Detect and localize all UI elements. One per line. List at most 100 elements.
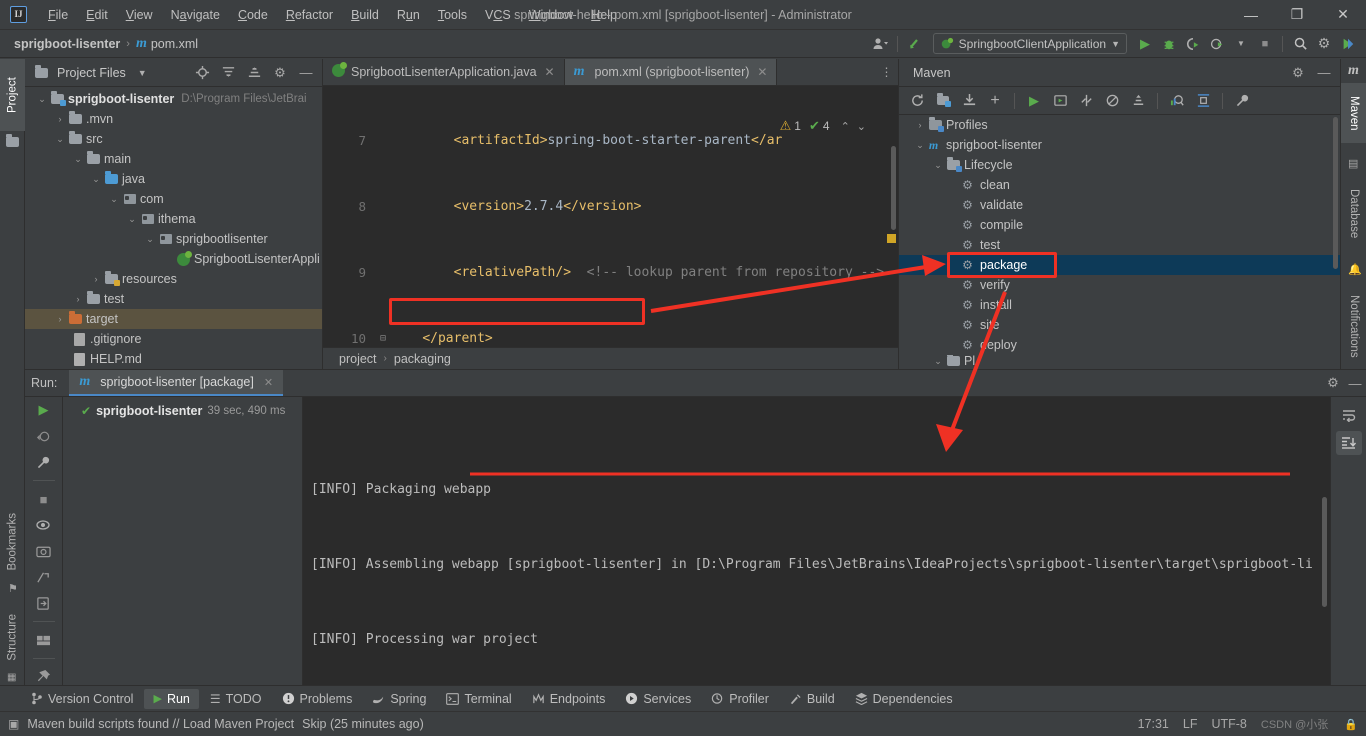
expand-all-icon[interactable] (218, 63, 238, 83)
toolwindow-problems[interactable]: Problems (273, 689, 362, 709)
twisty-icon[interactable]: ⌄ (107, 194, 121, 205)
hide-panel-icon[interactable]: — (1344, 372, 1366, 394)
tab-pom-xml[interactable]: m pom.xml (sprigboot-lisenter) ✕ (564, 59, 778, 85)
maven-goal-verify[interactable]: ⚙ verify (899, 275, 1340, 295)
coverage-button[interactable] (1181, 33, 1205, 55)
run-tree-node[interactable]: ✔ sprigboot-lisenter 39 sec, 490 ms (63, 401, 302, 421)
stop-button[interactable]: ■ (1253, 33, 1277, 55)
twisty-icon[interactable]: ⌄ (913, 140, 927, 151)
tree-row-gitignore[interactable]: .gitignore (25, 329, 322, 349)
fold-col[interactable]: ⊟ (375, 328, 391, 347)
twisty-icon[interactable]: › (913, 120, 927, 130)
tree-row-help-md[interactable]: HELP.md (25, 349, 322, 369)
import-icon[interactable] (33, 595, 55, 611)
plus-icon[interactable]: + (983, 90, 1007, 112)
collapse-all-icon[interactable] (244, 63, 264, 83)
twisty-icon[interactable]: ⌄ (931, 160, 945, 171)
maven-row-project[interactable]: ⌄ m sprigboot-lisenter (899, 135, 1340, 155)
twisty-icon[interactable]: ⌄ (125, 214, 139, 225)
settings-gear-icon[interactable]: ⚙ (1288, 63, 1308, 83)
menu-edit[interactable]: Edit (77, 4, 117, 26)
menu-help[interactable]: Help (582, 4, 626, 26)
breadcrumb-file[interactable]: pom.xml (151, 37, 198, 51)
event-log-icon[interactable]: ▣ (8, 717, 19, 731)
toolwindow-version-control[interactable]: Version Control (22, 689, 142, 709)
show-diagram-icon[interactable] (1191, 90, 1215, 112)
toolwindow-services[interactable]: Services (616, 689, 700, 709)
minimize-button[interactable]: — (1228, 0, 1274, 30)
maven-goal-validate[interactable]: ⚙ validate (899, 195, 1340, 215)
menu-refactor[interactable]: Refactor (277, 4, 342, 26)
editor-breadcrumbs[interactable]: project › packaging (323, 347, 898, 369)
assistant-icon[interactable] (1336, 33, 1360, 55)
maven-goal-deploy[interactable]: ⚙ deploy (899, 335, 1340, 355)
tree-row-mvn[interactable]: › .mvn (25, 109, 322, 129)
layout-icon[interactable] (33, 632, 55, 648)
twisty-icon[interactable]: ⌄ (89, 174, 103, 185)
console-output[interactable]: [INFO] Packaging webapp [INFO] Assemblin… (303, 397, 1330, 685)
hide-panel-icon[interactable]: — (296, 63, 316, 83)
close-icon[interactable]: ✕ (757, 65, 767, 79)
run-button[interactable]: ▶ (1133, 33, 1157, 55)
twisty-icon[interactable]: › (53, 314, 67, 324)
run-result-tree[interactable]: ✔ sprigboot-lisenter 39 sec, 490 ms (63, 397, 303, 685)
close-icon[interactable]: ✕ (264, 376, 273, 389)
menu-build[interactable]: Build (342, 4, 388, 26)
maven-goal-clean[interactable]: ⚙ clean (899, 175, 1340, 195)
toggle-offline-icon[interactable] (1100, 90, 1124, 112)
sidebar-item-structure[interactable]: Structure (0, 608, 25, 667)
menu-run[interactable]: Run (388, 4, 429, 26)
scroll-to-end-icon[interactable] (1335, 431, 1362, 455)
status-action-skip[interactable]: Skip (25 minutes ago) (302, 717, 424, 731)
run-session-tab[interactable]: m sprigboot-lisenter [package] ✕ (69, 370, 284, 396)
lock-icon[interactable]: 🔒 (1344, 718, 1358, 731)
tree-row-application-class[interactable]: SprigbootLisenterAppli (25, 249, 322, 269)
twisty-icon[interactable]: ⌄ (931, 356, 945, 367)
run-icon[interactable]: ▶ (1022, 90, 1046, 112)
tree-row-resources[interactable]: › resources (25, 269, 322, 289)
tree-row-java[interactable]: ⌄ java (25, 169, 322, 189)
settings-gear-icon[interactable]: ⚙ (1312, 33, 1336, 55)
twisty-icon[interactable]: ⌄ (71, 154, 85, 165)
close-icon[interactable]: ✕ (545, 65, 555, 79)
settings-gear-icon[interactable]: ⚙ (270, 63, 290, 83)
filter-eye-icon[interactable] (33, 517, 55, 533)
twisty-icon[interactable]: › (71, 294, 85, 304)
rerun-icon[interactable]: ▶ (33, 402, 55, 418)
maven-goal-compile[interactable]: ⚙ compile (899, 215, 1340, 235)
breadcrumb-packaging-node[interactable]: packaging (394, 352, 451, 366)
maven-goal-test[interactable]: ⚙ test (899, 235, 1340, 255)
toolwindow-endpoints[interactable]: Endpoints (523, 689, 615, 709)
profiler-button[interactable] (1205, 33, 1229, 55)
maven-goal-package[interactable]: ⚙ package (899, 255, 1340, 275)
settings-gear-icon[interactable]: ⚙ (1322, 372, 1344, 394)
menu-file[interactable]: File (39, 4, 77, 26)
sidebar-item-notifications[interactable]: Notifications (1341, 281, 1366, 371)
inspection-widget[interactable]: ⚠ 1 ✔ 4 ⌃ ⌄ (780, 118, 868, 134)
run-configuration-selector[interactable]: SpringbootClientApplication ▼ (932, 33, 1127, 54)
chevron-down-icon[interactable]: ▼ (138, 68, 147, 78)
next-problem-icon[interactable]: ⌄ (855, 120, 868, 133)
debug-button[interactable] (1157, 33, 1181, 55)
download-sources-icon[interactable] (957, 90, 981, 112)
status-line-separator[interactable]: LF (1183, 717, 1198, 731)
reload-icon[interactable] (905, 90, 929, 112)
editor-tab-overflow-icon[interactable]: ⋮ (876, 59, 898, 85)
add-maven-project-icon[interactable] (931, 90, 955, 112)
maximize-button[interactable]: ❐ (1274, 0, 1320, 30)
sidebar-item-database[interactable]: Database (1341, 175, 1366, 253)
menu-code[interactable]: Code (229, 4, 277, 26)
menu-navigate[interactable]: Navigate (162, 4, 229, 26)
profile-icon[interactable] (868, 33, 892, 55)
breadcrumb-project[interactable]: sprigboot-lisenter (14, 37, 120, 51)
toolwindow-todo[interactable]: ☰ TODO (201, 689, 271, 709)
settings-wrench-icon[interactable] (33, 454, 55, 470)
tree-row-sprigbootlisenter[interactable]: ⌄ sprigbootlisenter (25, 229, 322, 249)
export-icon[interactable] (33, 569, 55, 585)
settings-wrench-icon[interactable] (1230, 90, 1254, 112)
menu-window[interactable]: Window (520, 4, 582, 26)
console-scrollbar[interactable] (1322, 497, 1327, 607)
toolwindow-profiler[interactable]: Profiler (702, 689, 778, 709)
tree-row-main[interactable]: ⌄ main (25, 149, 322, 169)
close-button[interactable]: ✕ (1320, 0, 1366, 30)
